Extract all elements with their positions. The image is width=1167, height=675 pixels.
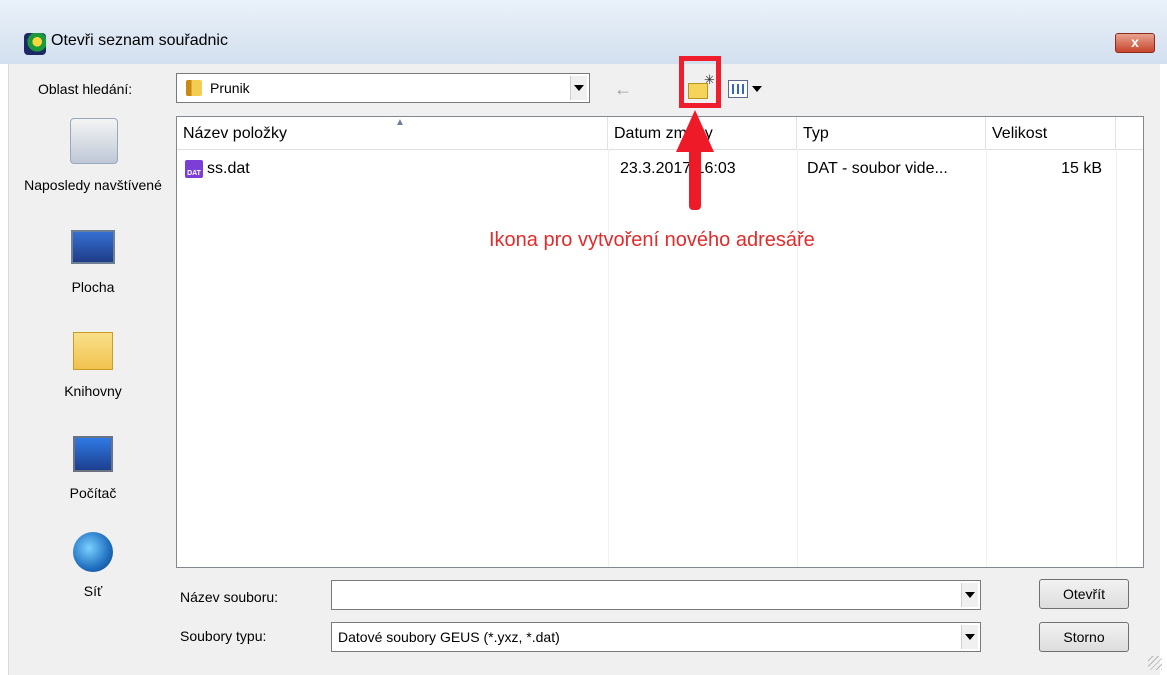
libraries-icon: [73, 332, 113, 370]
app-icon: [24, 33, 46, 55]
resize-grip-icon[interactable]: [1148, 656, 1162, 670]
close-button[interactable]: x: [1115, 33, 1155, 53]
close-icon: x: [1131, 34, 1139, 50]
title-bar: Otevři seznam souřadnic x: [0, 0, 1167, 64]
place-label: Počítač: [69, 485, 117, 501]
column-header-type[interactable]: Typ: [797, 117, 986, 149]
annotation-text: Ikona pro vytvoření nového adresáře: [489, 229, 815, 251]
column-header-name[interactable]: Název položky: [177, 117, 608, 149]
column-divider: [608, 149, 609, 567]
dat-file-icon: DAT: [185, 160, 203, 178]
chevron-down-icon[interactable]: [961, 583, 978, 607]
column-header-size[interactable]: Velikost: [986, 117, 1116, 149]
annotation-arrow-shaft: [689, 146, 701, 210]
lookin-label: Oblast hledání:: [38, 81, 133, 97]
filename-label: Název souboru:: [180, 589, 279, 605]
sort-ascending-icon: ▲: [395, 117, 405, 128]
filetype-select[interactable]: Datové soubory GEUS (*.yxz, *.dat): [331, 622, 981, 652]
open-button[interactable]: Otevřít: [1039, 579, 1129, 609]
filetype-label: Soubory typu:: [180, 628, 267, 644]
file-row[interactable]: DAT ss.dat 23.3.2017 16:03 DAT - soubor …: [177, 157, 1143, 181]
place-label: Knihovny: [64, 383, 122, 399]
column-divider: [986, 149, 987, 567]
chevron-down-icon[interactable]: [961, 625, 978, 649]
file-list[interactable]: Název položky ▲ Datum změny Typ Velikost…: [176, 116, 1144, 568]
list-header: Název položky ▲ Datum změny Typ Velikost: [177, 117, 1143, 150]
place-label: Naposledy navštívené: [24, 177, 162, 193]
file-name: ss.dat: [207, 160, 250, 177]
back-icon[interactable]: ←: [614, 78, 632, 102]
file-type: DAT - soubor vide...: [807, 160, 948, 177]
open-file-dialog: Otevři seznam souřadnic x Oblast hledání…: [0, 0, 1167, 675]
window-title: Otevři seznam souřadnic: [51, 32, 228, 49]
cancel-button[interactable]: Storno: [1039, 622, 1129, 652]
column-divider: [797, 149, 798, 567]
chevron-down-icon[interactable]: [570, 76, 587, 100]
column-divider: [1116, 149, 1117, 567]
desktop-icon: [71, 230, 115, 264]
lookin-value: Prunik: [210, 80, 250, 96]
filetype-value: Datové soubory GEUS (*.yxz, *.dat): [338, 629, 560, 645]
recent-places-icon: [70, 118, 118, 164]
network-icon: [73, 532, 113, 572]
place-label: Síť: [83, 583, 103, 599]
place-label: Plocha: [71, 279, 115, 295]
file-date: 23.3.2017 16:03: [620, 160, 736, 177]
view-menu-icon[interactable]: [728, 80, 748, 98]
view-dropdown-icon[interactable]: [752, 86, 762, 92]
places-bar: Naposledy navštívené Plocha Knihovny Poč…: [18, 110, 168, 630]
folder-icon: [186, 80, 202, 96]
annotation-highlight-box: [679, 56, 721, 108]
computer-icon: [73, 436, 113, 472]
filename-input[interactable]: [331, 580, 981, 610]
lookin-combo[interactable]: Prunik: [176, 73, 590, 103]
file-size: 15 kB: [1061, 160, 1102, 177]
